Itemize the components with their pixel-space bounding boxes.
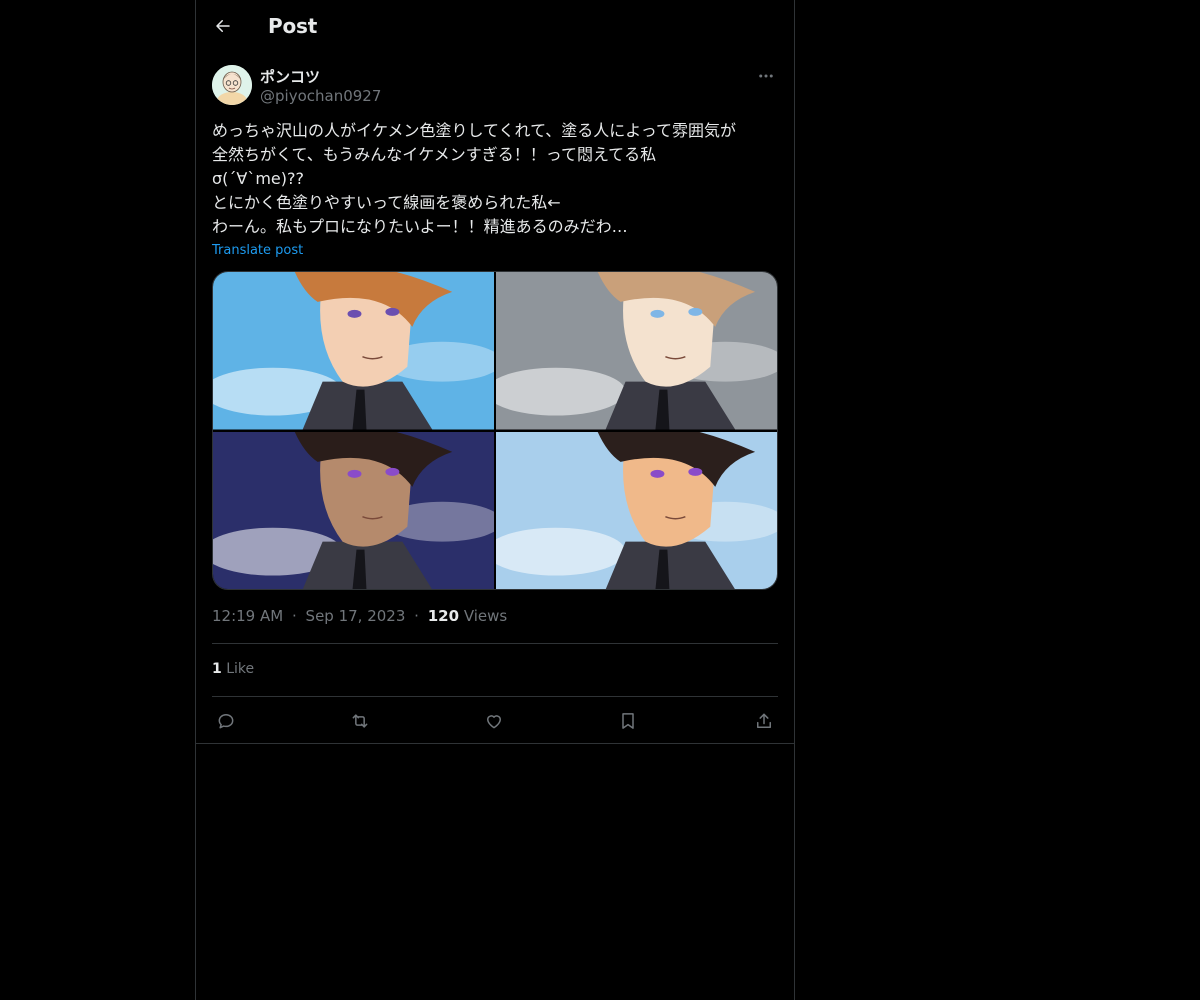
like-button[interactable]	[480, 707, 508, 735]
divider	[196, 743, 794, 744]
post-column: Post ポンコツ @piyochan0927 めっちゃ沢山の人がイケメン色塗り…	[195, 0, 795, 1000]
media-image-2[interactable]	[496, 272, 777, 430]
post-date[interactable]: Sep 17, 2023	[306, 607, 406, 625]
illustration-image-1	[213, 272, 494, 430]
views-label: Views	[463, 607, 508, 625]
reply-icon	[218, 714, 234, 729]
reply-button[interactable]	[212, 707, 240, 735]
avatar[interactable]	[212, 65, 252, 105]
page-title: Post	[268, 14, 318, 38]
avatar-illustration	[212, 65, 252, 105]
display-name[interactable]: ポンコツ	[260, 66, 320, 87]
media-image-3[interactable]	[213, 431, 494, 589]
more-options-button[interactable]	[754, 66, 778, 86]
meta-separator: ·	[414, 607, 419, 625]
user-handle[interactable]: @piyochan0927	[260, 87, 381, 105]
back-button[interactable]	[210, 13, 236, 39]
post-text-line: めっちゃ沢山の人がイケメン色塗りしてくれて、塗る人によって雰囲気が	[212, 121, 737, 140]
post-text-line: 全然ちがくて、もうみんなイケメンすぎる！！って悶えてる私	[212, 145, 657, 164]
repost-icon	[352, 714, 368, 728]
more-horizontal-icon	[759, 74, 773, 78]
illustration-image-3	[213, 431, 494, 589]
post-text: めっちゃ沢山の人がイケメン色塗りしてくれて、塗る人によって雰囲気が 全然ちがくて…	[212, 119, 778, 239]
views-count: 120	[427, 607, 460, 625]
meta-separator: ·	[291, 607, 297, 625]
media-image-4[interactable]	[496, 431, 777, 589]
post-text-line: とにかく色塗りやすいって線画を褒められた私←	[212, 193, 561, 212]
divider	[212, 696, 778, 697]
action-bar	[212, 707, 778, 735]
post-author: ポンコツ @piyochan0927	[212, 65, 778, 107]
illustration-image-2	[496, 272, 777, 430]
post-time[interactable]: 12:19 AM	[212, 607, 283, 625]
media-grid	[212, 271, 778, 590]
bookmark-button[interactable]	[614, 707, 642, 735]
post-text-line: σ(´∀`me)??	[212, 169, 304, 188]
share-icon	[757, 713, 771, 728]
share-button[interactable]	[750, 707, 778, 735]
likes-label: Like	[226, 661, 255, 677]
media-image-1[interactable]	[213, 272, 494, 430]
bookmark-icon	[622, 713, 634, 729]
illustration-image-4	[496, 431, 777, 589]
post-header: Post	[196, 0, 794, 54]
likes-stat[interactable]: 1 Like	[212, 661, 254, 677]
translate-post-link[interactable]: Translate post	[212, 243, 303, 258]
post-meta: 12:19 AM · Sep 17, 2023 · 120 Views	[212, 607, 507, 625]
heart-icon	[487, 715, 501, 729]
divider	[212, 643, 778, 644]
likes-count: 1	[212, 661, 222, 677]
arrow-left-icon	[216, 20, 230, 32]
post-text-line: わーん。私もプロになりたいよー！！精進あるのみだわ…	[212, 217, 628, 236]
repost-button[interactable]	[346, 707, 374, 735]
